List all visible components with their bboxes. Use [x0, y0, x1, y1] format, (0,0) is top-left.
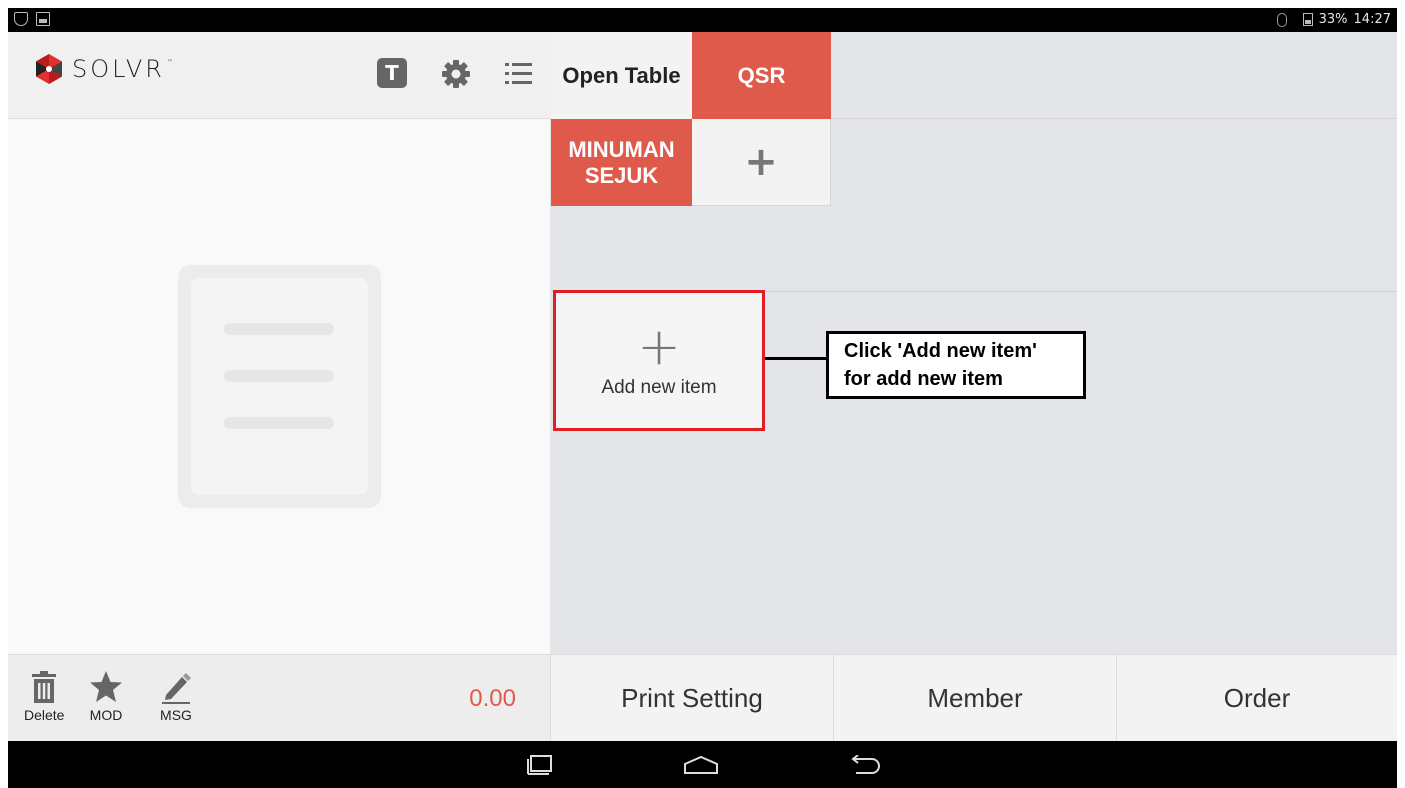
- pencil-icon: [162, 673, 191, 704]
- callout-line-1: Click 'Add new item': [844, 340, 1037, 362]
- status-icons-right: 33% 14:27: [1276, 12, 1391, 27]
- shield-icon: [14, 12, 28, 26]
- callout-connector: [765, 357, 828, 360]
- order-button[interactable]: Order: [1117, 654, 1397, 741]
- image-notification-icon: [36, 12, 50, 26]
- add-new-item-button[interactable]: + Add new item: [553, 290, 765, 431]
- solvr-logo-icon: [36, 54, 62, 84]
- menu-items-grid: + Add new item Click 'Add new item' for …: [551, 290, 1397, 654]
- msg-label: MSG: [160, 707, 192, 723]
- order-total: 0.00: [469, 685, 516, 712]
- bluetooth-icon: [1276, 12, 1287, 27]
- recent-apps-icon[interactable]: [520, 753, 560, 777]
- plus-icon: +: [637, 316, 681, 377]
- category-bar: MINUMAN SEJUK +: [551, 119, 1397, 292]
- battery-level: 33%: [1318, 12, 1348, 27]
- empty-order-icon: [178, 265, 381, 508]
- solvr-logo: SOLVR ™: [32, 52, 173, 86]
- add-new-item-label: Add new item: [601, 376, 717, 398]
- star-icon: [90, 671, 122, 702]
- member-button[interactable]: Member: [834, 654, 1117, 741]
- add-category-button[interactable]: +: [692, 119, 831, 206]
- gear-icon[interactable]: [440, 58, 472, 90]
- print-setting-button[interactable]: Print Setting: [551, 654, 834, 741]
- category-minuman-sejuk[interactable]: MINUMAN SEJUK: [551, 119, 692, 206]
- list-icon[interactable]: [503, 58, 535, 90]
- logo-wordmark: SOLVR: [72, 55, 165, 83]
- delete-button[interactable]: Delete: [24, 667, 64, 723]
- table-tabs: Open Table QSR: [551, 32, 1397, 119]
- callout-line-2: for add new item: [844, 368, 1003, 390]
- navigation-bar: [8, 741, 1397, 788]
- trademark-symbol: ™: [166, 58, 173, 66]
- app-header: SOLVR ™ T: [8, 32, 551, 119]
- trash-icon: [32, 671, 57, 703]
- tab-open-table[interactable]: Open Table: [551, 32, 692, 119]
- home-icon[interactable]: [681, 753, 721, 777]
- clock: 14:27: [1353, 12, 1391, 27]
- mod-button[interactable]: MOD: [88, 667, 124, 723]
- instruction-callout: Click 'Add new item' for add new item: [826, 331, 1086, 399]
- order-toolbar: Delete MOD MSG 0.00: [8, 654, 551, 741]
- status-bar: 33% 14:27: [8, 8, 1397, 32]
- delete-label: Delete: [24, 707, 65, 723]
- order-list-panel: [8, 119, 551, 654]
- t-icon[interactable]: T: [377, 58, 407, 88]
- tab-qsr[interactable]: QSR: [692, 32, 831, 119]
- battery-icon: [1302, 13, 1313, 26]
- status-icons-left: [14, 12, 50, 26]
- mod-label: MOD: [89, 707, 123, 723]
- msg-button[interactable]: MSG: [158, 667, 194, 723]
- back-icon[interactable]: [844, 753, 884, 777]
